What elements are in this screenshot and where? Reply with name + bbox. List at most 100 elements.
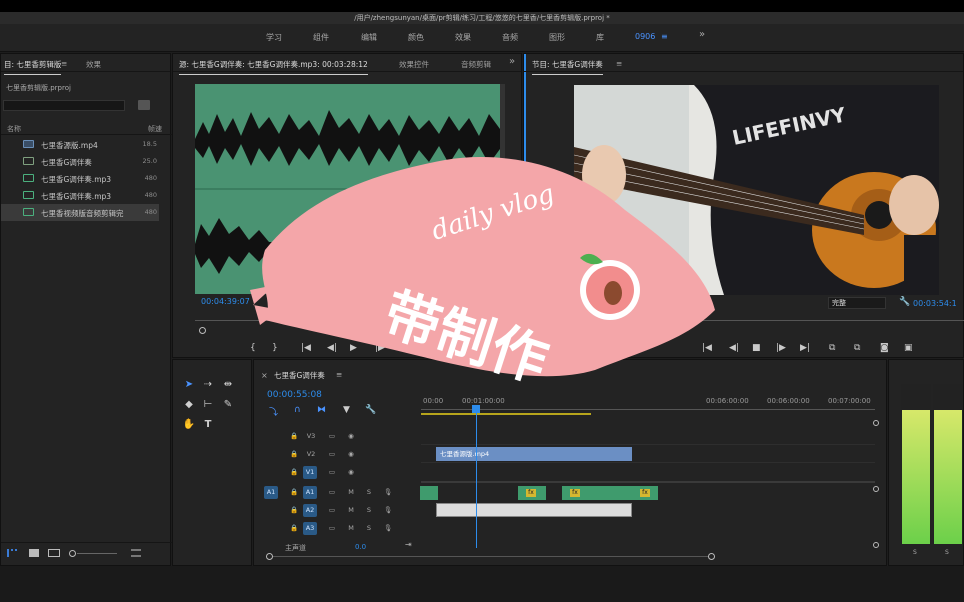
sync-lock-icon[interactable]: ▭ [325,466,339,479]
source-timecode[interactable]: 00:04:39:07 [201,297,250,306]
workspace-assembly[interactable]: 组件 [313,32,329,43]
track-label[interactable]: A3 [303,522,317,535]
bin-icon[interactable] [138,100,150,110]
nest-icon[interactable]: ⤵ [269,405,278,418]
icon-view-icon[interactable] [29,549,39,557]
track-label[interactable]: A1 [303,486,317,499]
tab-source[interactable]: 源: 七里香G调伴奏: 七里香G调伴奏.mp3: 00:03:28:12 [179,59,368,75]
sync-lock-icon[interactable]: ▭ [325,430,339,443]
more-panels-icon[interactable]: » [509,56,515,67]
snap-icon[interactable]: ∩ [294,405,301,415]
track-label[interactable]: A2 [303,504,317,517]
timeline-zoom-handle-right[interactable] [708,553,715,560]
track-label[interactable]: V1 [303,466,317,479]
mic-icon[interactable]: 🎙 [381,504,395,517]
mic-icon[interactable]: 🎙 [381,522,395,535]
solo-button[interactable]: S [362,522,376,535]
zoom-slider-handle[interactable] [69,550,76,557]
workspace-more-icon[interactable]: » [699,29,705,40]
eye-icon[interactable]: ◉ [344,448,358,461]
column-frame-rate[interactable]: 帧速 [148,124,162,134]
freeform-view-icon[interactable] [48,549,60,557]
export-frame-icon[interactable]: ◙ [880,343,889,353]
workspace-custom[interactable]: 0906 [635,32,655,41]
solo-button[interactable]: S [362,486,376,499]
playback-resolution-select[interactable]: 完整 [828,297,886,309]
timeline-settings-icon[interactable]: 🔧 [365,405,376,415]
eye-icon[interactable]: ◉ [344,466,358,479]
vertical-zoom-handle[interactable] [873,420,879,426]
tab-audio-clip-mixer[interactable]: 音频剪辑 [461,59,491,70]
mic-icon[interactable]: 🎙 [381,486,395,499]
project-item[interactable]: 七里香源版.mp4 18.5 [1,136,159,153]
project-search-input[interactable] [3,100,125,111]
audio-clip-a2[interactable] [436,503,632,517]
program-menu-icon[interactable]: ≡ [616,59,622,68]
tab-effect-controls[interactable]: 效果控件 [399,59,429,70]
stop-icon[interactable]: ■ [752,343,761,353]
go-to-out-icon[interactable]: ▶| [800,343,810,353]
workspace-color[interactable]: 颜色 [408,32,424,43]
lock-icon[interactable]: 🔒 [287,522,301,535]
extract-icon[interactable]: ⧉ [854,343,860,353]
lock-icon[interactable]: 🔒 [287,448,301,461]
source-zoom-handle[interactable] [199,327,206,334]
track-label[interactable]: V2 [304,448,318,461]
sync-lock-icon[interactable]: ▭ [325,486,339,499]
solo-button[interactable]: S [913,549,917,556]
ripple-edit-tool-icon[interactable]: ⇹ [221,378,235,392]
workspace-audio[interactable]: 音频 [502,32,518,43]
sync-lock-icon[interactable]: ▭ [325,448,339,461]
type-tool-icon[interactable]: T [201,418,215,432]
mute-button[interactable]: M [344,486,358,499]
hand-tool-icon[interactable]: ✋ [182,418,196,432]
vertical-zoom-handle[interactable] [873,486,879,492]
time-ruler[interactable] [421,409,875,410]
linked-selection-icon[interactable]: ⧓ [317,405,326,415]
selection-tool-icon[interactable]: ➤ [182,378,196,392]
column-name[interactable]: 名称 [7,124,21,134]
go-to-end-icon[interactable]: ⇥ [405,540,412,549]
lock-icon[interactable]: 🔒 [287,430,301,443]
project-item[interactable]: 七里香G调伴奏 25.0 [1,153,159,170]
master-volume-value[interactable]: 0.0 [355,543,366,551]
workspace-graphics[interactable]: 图形 [549,32,565,43]
project-item[interactable]: 七里香G调伴奏.mp3 480 [1,187,159,204]
mute-button[interactable]: M [344,504,358,517]
timeline-timecode[interactable]: 00:00:55:08 [267,390,322,400]
razor-tool-icon[interactable]: ◆ [182,398,196,412]
step-back-icon[interactable]: ◀| [729,343,739,353]
project-menu-icon[interactable]: ≡ [61,59,67,68]
solo-button[interactable]: S [945,549,949,556]
workspace-effects[interactable]: 效果 [455,32,471,43]
lock-icon[interactable]: 🔒 [287,504,301,517]
zoom-slider[interactable] [77,553,117,554]
track-label[interactable]: V3 [304,430,318,443]
lock-icon[interactable]: 🔒 [287,486,301,499]
video-clip-v2[interactable]: 七里香源版.mp4 [436,447,632,461]
sync-lock-icon[interactable]: ▭ [325,504,339,517]
timeline-zoom-handle-left[interactable] [266,553,273,560]
workspace-edit[interactable]: 编辑 [361,32,377,43]
workspace-menu-icon[interactable]: ≡ [661,32,668,41]
workspace-libraries[interactable]: 库 [596,32,604,43]
tab-effects[interactable]: 效果 [86,59,101,70]
list-view-icon[interactable] [7,549,17,557]
step-forward-icon[interactable]: |▶ [776,343,786,353]
slip-tool-icon[interactable]: ⊢ [201,398,215,412]
tab-program[interactable]: 节目: 七里香G调伴奏 [532,59,603,75]
project-item[interactable]: 七里香视频版音频剪辑完 480 [1,204,159,221]
solo-button[interactable]: S [362,504,376,517]
lock-icon[interactable]: 🔒 [287,466,301,479]
work-area-bar[interactable] [421,413,591,415]
track-select-tool-icon[interactable]: ⇢ [201,378,215,392]
audio-clip-a1[interactable] [420,486,438,500]
sort-icon[interactable] [131,549,141,557]
workspace-learn[interactable]: 学习 [266,32,282,43]
wrench-icon[interactable]: 🔧 [899,297,910,307]
tab-project[interactable]: 目: 七里香剪辑版 [4,59,62,75]
pen-tool-icon[interactable]: ✎ [221,398,235,412]
comparison-view-icon[interactable]: ▣ [904,343,913,353]
program-timecode[interactable]: 00:03:54:1 [913,299,957,308]
project-item[interactable]: 七里香G调伴奏.mp3 480 [1,170,159,187]
